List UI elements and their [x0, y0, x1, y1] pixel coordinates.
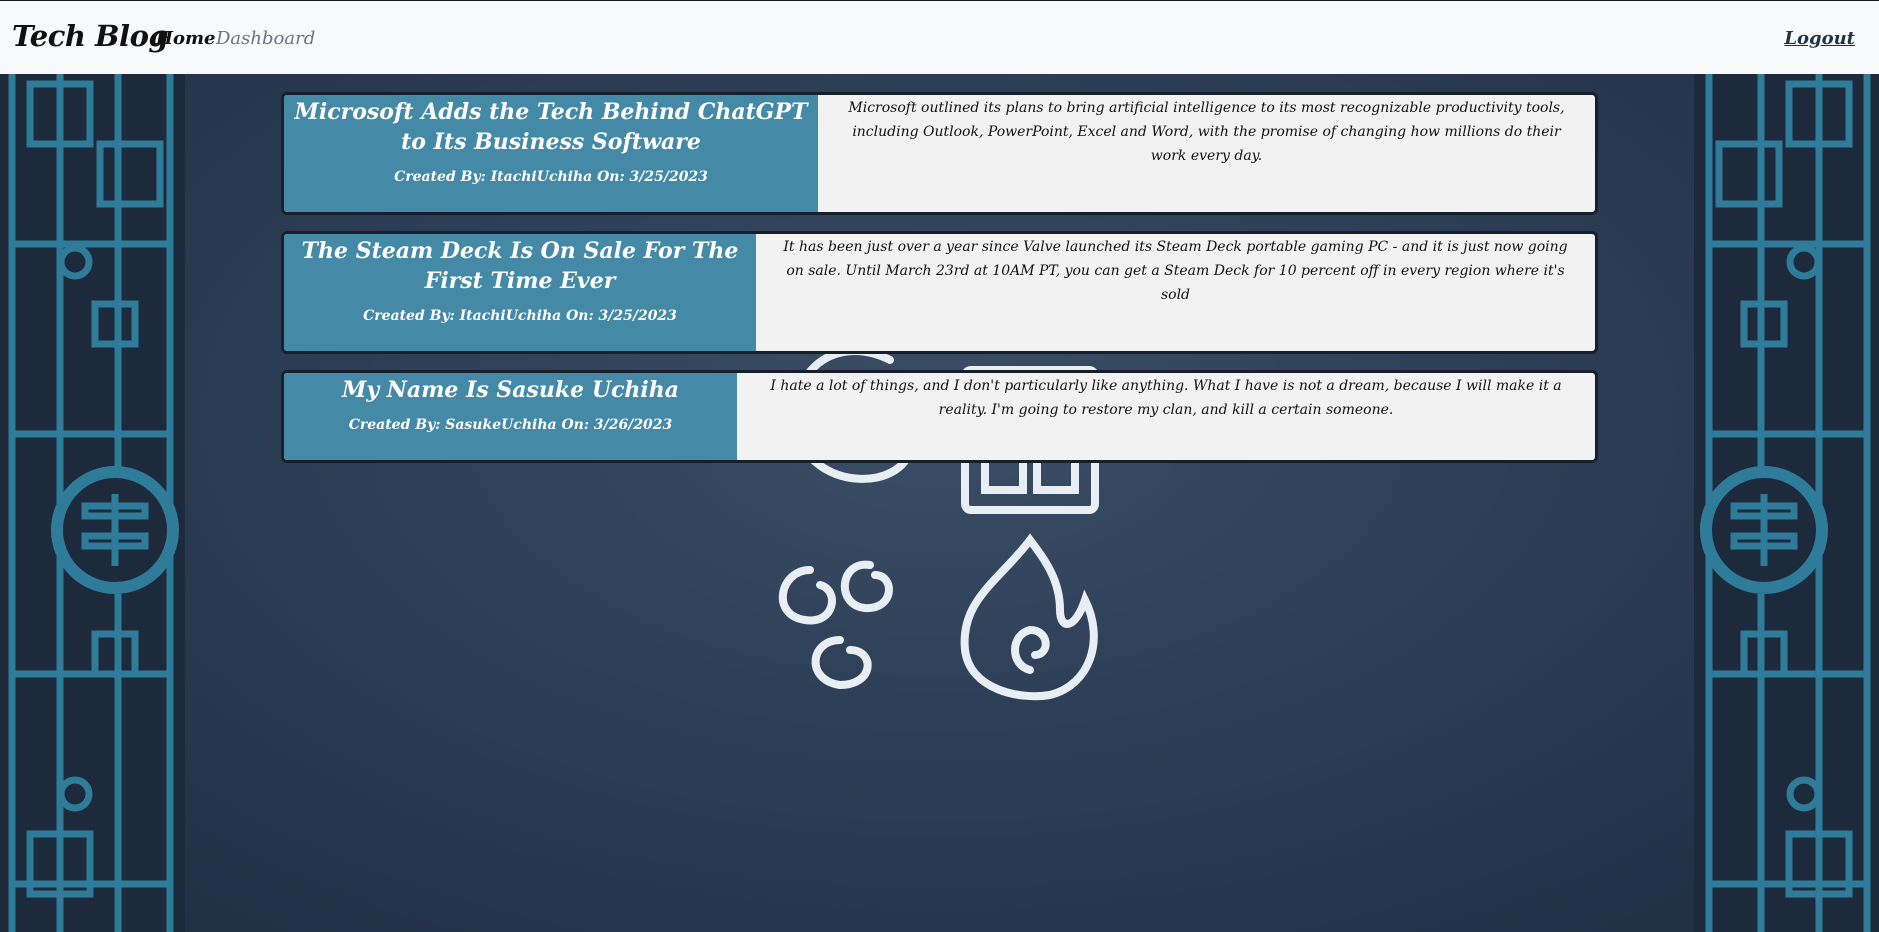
post-title[interactable]: The Steam Deck Is On Sale For The First …: [294, 236, 746, 296]
post-title[interactable]: My Name Is Sasuke Uchiha: [294, 375, 727, 405]
post-header: The Steam Deck Is On Sale For The First …: [284, 234, 756, 351]
post-body: I hate a lot of things, and I don't part…: [770, 378, 1562, 418]
fire-icon: [960, 533, 1098, 701]
post-title[interactable]: Microsoft Adds the Tech Behind ChatGPT t…: [294, 97, 808, 157]
post-body: It has been just over a year since Valve…: [783, 239, 1568, 303]
post-card[interactable]: Microsoft Adds the Tech Behind ChatGPT t…: [281, 92, 1598, 215]
post-meta: Created By: ItachiUchiha On: 3/25/2023: [363, 308, 677, 324]
post-header: My Name Is Sasuke Uchiha Created By: Sas…: [284, 373, 737, 460]
navbar: Tech Blog Home Dashboard Logout: [0, 0, 1879, 74]
post-meta: Created By: SasukeUchiha On: 3/26/2023: [348, 417, 673, 433]
post-body: Microsoft outlined its plans to bring ar…: [848, 100, 1565, 164]
lattice-frame-left: [0, 74, 185, 932]
air-icon: [778, 560, 893, 690]
nav-home-link[interactable]: Home: [156, 28, 216, 49]
post-header: Microsoft Adds the Tech Behind ChatGPT t…: [284, 95, 818, 212]
post-card[interactable]: My Name Is Sasuke Uchiha Created By: Sas…: [281, 370, 1598, 463]
brand-title[interactable]: Tech Blog: [12, 19, 169, 53]
nav-dashboard-link[interactable]: Dashboard: [216, 28, 315, 49]
lattice-frame-right: [1694, 74, 1879, 932]
post-list: Microsoft Adds the Tech Behind ChatGPT t…: [281, 92, 1598, 479]
post-card[interactable]: The Steam Deck Is On Sale For The First …: [281, 231, 1598, 354]
nav-logout-link[interactable]: Logout: [1784, 28, 1855, 49]
post-meta: Created By: ItachiUchiha On: 3/25/2023: [394, 169, 708, 185]
